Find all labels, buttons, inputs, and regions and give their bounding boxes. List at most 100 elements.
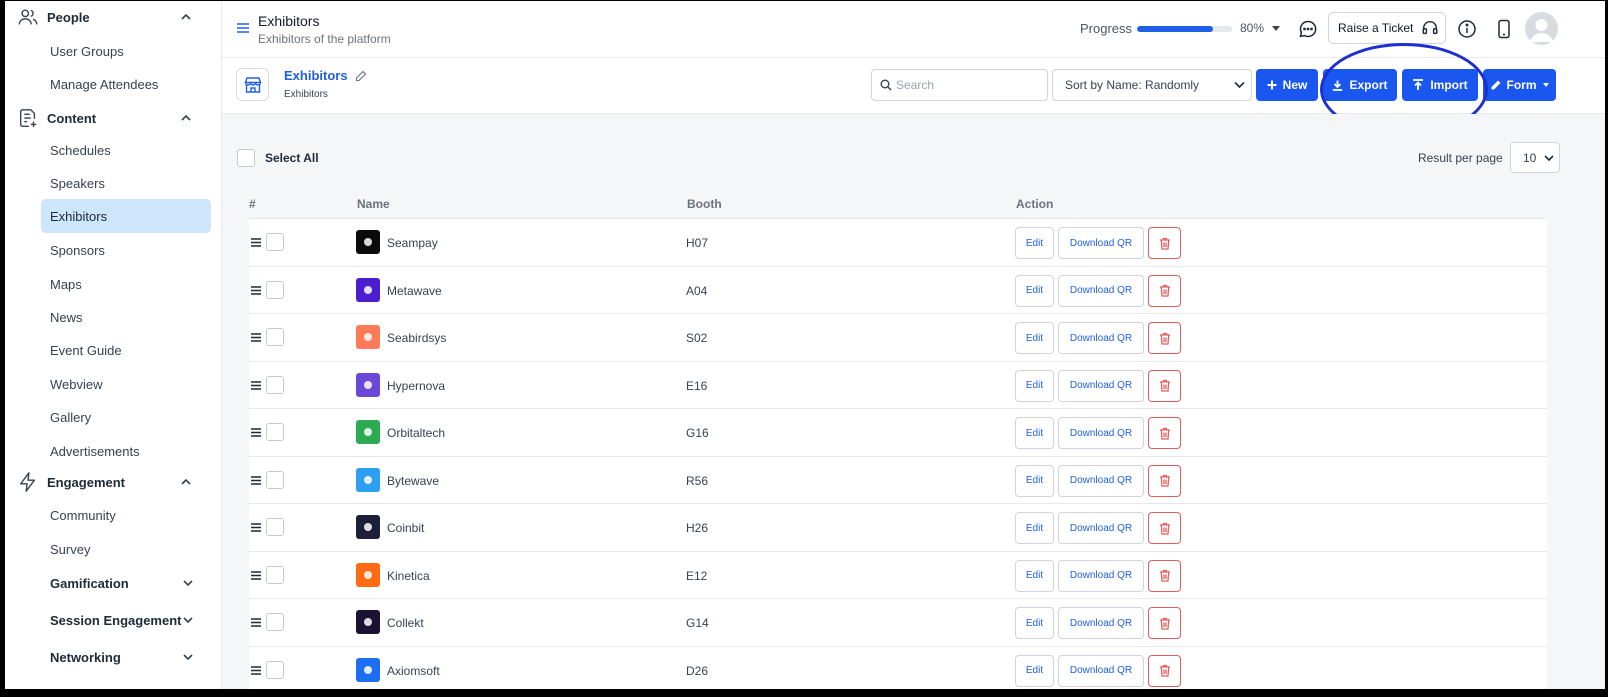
export-button[interactable]: Export <box>1323 69 1397 101</box>
drag-handle-icon[interactable] <box>251 333 261 342</box>
download-qr-button[interactable]: Download QR <box>1058 227 1144 259</box>
download-qr-button[interactable]: Download QR <box>1058 512 1144 544</box>
edit-button[interactable]: Edit <box>1015 274 1054 307</box>
delete-button[interactable] <box>1148 559 1181 592</box>
logo-mark-icon <box>364 238 372 246</box>
edit-button[interactable]: Edit <box>1015 227 1054 259</box>
sidebar-item-community[interactable]: Community <box>41 498 211 532</box>
row-checkbox[interactable] <box>266 328 284 346</box>
delete-button[interactable] <box>1148 227 1181 259</box>
info-icon[interactable] <box>1457 19 1477 39</box>
row-checkbox[interactable] <box>266 280 284 299</box>
download-qr-button[interactable]: Download QR <box>1058 417 1144 449</box>
row-checkbox[interactable] <box>266 470 284 489</box>
row-checkbox[interactable] <box>266 660 284 679</box>
edit-title-pencil-icon[interactable] <box>355 70 367 82</box>
edit-button[interactable]: Edit <box>1015 464 1054 497</box>
download-qr-button[interactable]: Download QR <box>1058 274 1144 307</box>
edit-button[interactable]: Edit <box>1015 654 1054 687</box>
sidebar-item-label: Networking <box>50 649 121 665</box>
sidebar-item-webview[interactable]: Webview <box>41 367 211 401</box>
row-checkbox[interactable] <box>266 565 284 584</box>
sidebar-item-user-groups[interactable]: User Groups <box>41 34 211 68</box>
drag-handle-icon[interactable] <box>251 380 261 390</box>
sidebar-item-label: Speakers <box>50 175 105 191</box>
row-checkbox[interactable] <box>266 423 284 441</box>
chevron-up-icon[interactable] <box>179 10 193 24</box>
edit-button[interactable]: Edit <box>1015 322 1054 354</box>
select-all-checkbox[interactable] <box>237 149 255 167</box>
edit-button[interactable]: Edit <box>1015 559 1054 592</box>
delete-button[interactable] <box>1148 607 1181 639</box>
download-qr-button[interactable]: Download QR <box>1058 369 1144 402</box>
form-dropdown-button[interactable]: Form <box>1483 69 1556 101</box>
download-qr-button[interactable]: Download QR <box>1058 607 1144 639</box>
exhibitor-booth: E16 <box>686 378 708 393</box>
download-qr-button[interactable]: Download QR <box>1058 464 1144 497</box>
edit-button[interactable]: Edit <box>1015 512 1054 544</box>
sidebar-item-gallery[interactable]: Gallery <box>41 400 211 434</box>
download-qr-button[interactable]: Download QR <box>1058 654 1144 687</box>
mobile-phone-icon[interactable] <box>1496 19 1512 39</box>
delete-button[interactable] <box>1148 417 1181 449</box>
sidebar-item-exhibitors[interactable]: Exhibitors <box>41 199 211 233</box>
download-qr-button[interactable]: Download QR <box>1058 322 1144 354</box>
raise-ticket-button[interactable]: Raise a Ticket <box>1328 12 1446 44</box>
sidebar-item-sponsors[interactable]: Sponsors <box>41 233 211 267</box>
chevron-up-icon[interactable] <box>179 475 193 489</box>
sidebar-item-maps[interactable]: Maps <box>41 267 211 301</box>
result-per-page-label: Result per page <box>1418 151 1503 165</box>
edit-button[interactable]: Edit <box>1015 417 1054 449</box>
sidebar-section-people[interactable]: People <box>5 1 221 33</box>
search-input[interactable] <box>896 71 1044 99</box>
hamburger-menu-icon[interactable] <box>236 21 250 35</box>
drag-handle-icon[interactable] <box>251 665 261 675</box>
logo-mark-icon <box>364 285 372 294</box>
sidebar-section-engagement[interactable]: Engagement <box>5 466 221 498</box>
sidebar-item-manage-attendees[interactable]: Manage Attendees <box>41 67 211 101</box>
sidebar-group-gamification[interactable]: Gamification <box>41 566 211 600</box>
drag-handle-icon[interactable] <box>251 238 261 247</box>
row-checkbox[interactable] <box>266 613 284 631</box>
sidebar-item-event-guide[interactable]: Event Guide <box>41 333 211 367</box>
sidebar-item-speakers[interactable]: Speakers <box>41 166 211 200</box>
sidebar-item-survey[interactable]: Survey <box>41 532 211 566</box>
delete-button[interactable] <box>1148 464 1181 497</box>
sidebar-item-advertisements[interactable]: Advertisements <box>41 434 211 468</box>
chevron-up-icon[interactable] <box>179 111 193 125</box>
sidebar-group-session-engagement[interactable]: Session Engagement <box>41 603 211 637</box>
delete-button[interactable] <box>1148 274 1181 307</box>
pencil-icon <box>1491 80 1500 90</box>
delete-button[interactable] <box>1148 322 1181 354</box>
sidebar-item-schedules[interactable]: Schedules <box>41 133 211 167</box>
column-header-name: Name <box>357 197 390 211</box>
delete-button[interactable] <box>1148 512 1181 544</box>
sort-select[interactable]: Sort by Name: Randomly <box>1052 69 1252 101</box>
chat-bubble-icon[interactable] <box>1298 19 1318 39</box>
result-per-page-select[interactable]: 10 <box>1510 142 1560 173</box>
edit-button[interactable]: Edit <box>1015 607 1054 639</box>
row-checkbox[interactable] <box>266 518 284 536</box>
delete-button[interactable] <box>1148 369 1181 402</box>
search-box[interactable] <box>871 69 1048 101</box>
drag-handle-icon[interactable] <box>251 523 261 532</box>
sidebar-item-news[interactable]: News <box>41 300 211 334</box>
drag-handle-icon[interactable] <box>251 285 261 295</box>
sidebar-group-networking[interactable]: Networking <box>41 640 211 674</box>
sidebar-section-content[interactable]: Content <box>5 102 221 134</box>
delete-button[interactable] <box>1148 654 1181 687</box>
download-qr-button[interactable]: Download QR <box>1058 559 1144 592</box>
drag-handle-icon[interactable] <box>251 428 261 437</box>
progress-dropdown-caret-icon[interactable] <box>1272 26 1280 31</box>
row-checkbox[interactable] <box>266 375 284 394</box>
drag-handle-icon[interactable] <box>251 475 261 485</box>
avatar[interactable] <box>1525 12 1558 45</box>
column-header-index: # <box>249 197 256 211</box>
new-button[interactable]: New <box>1256 69 1318 101</box>
row-checkbox[interactable] <box>266 233 284 251</box>
logo-mark-icon <box>364 475 372 484</box>
edit-button[interactable]: Edit <box>1015 369 1054 402</box>
drag-handle-icon[interactable] <box>251 618 261 627</box>
import-button[interactable]: Import <box>1402 69 1478 101</box>
drag-handle-icon[interactable] <box>251 570 261 580</box>
